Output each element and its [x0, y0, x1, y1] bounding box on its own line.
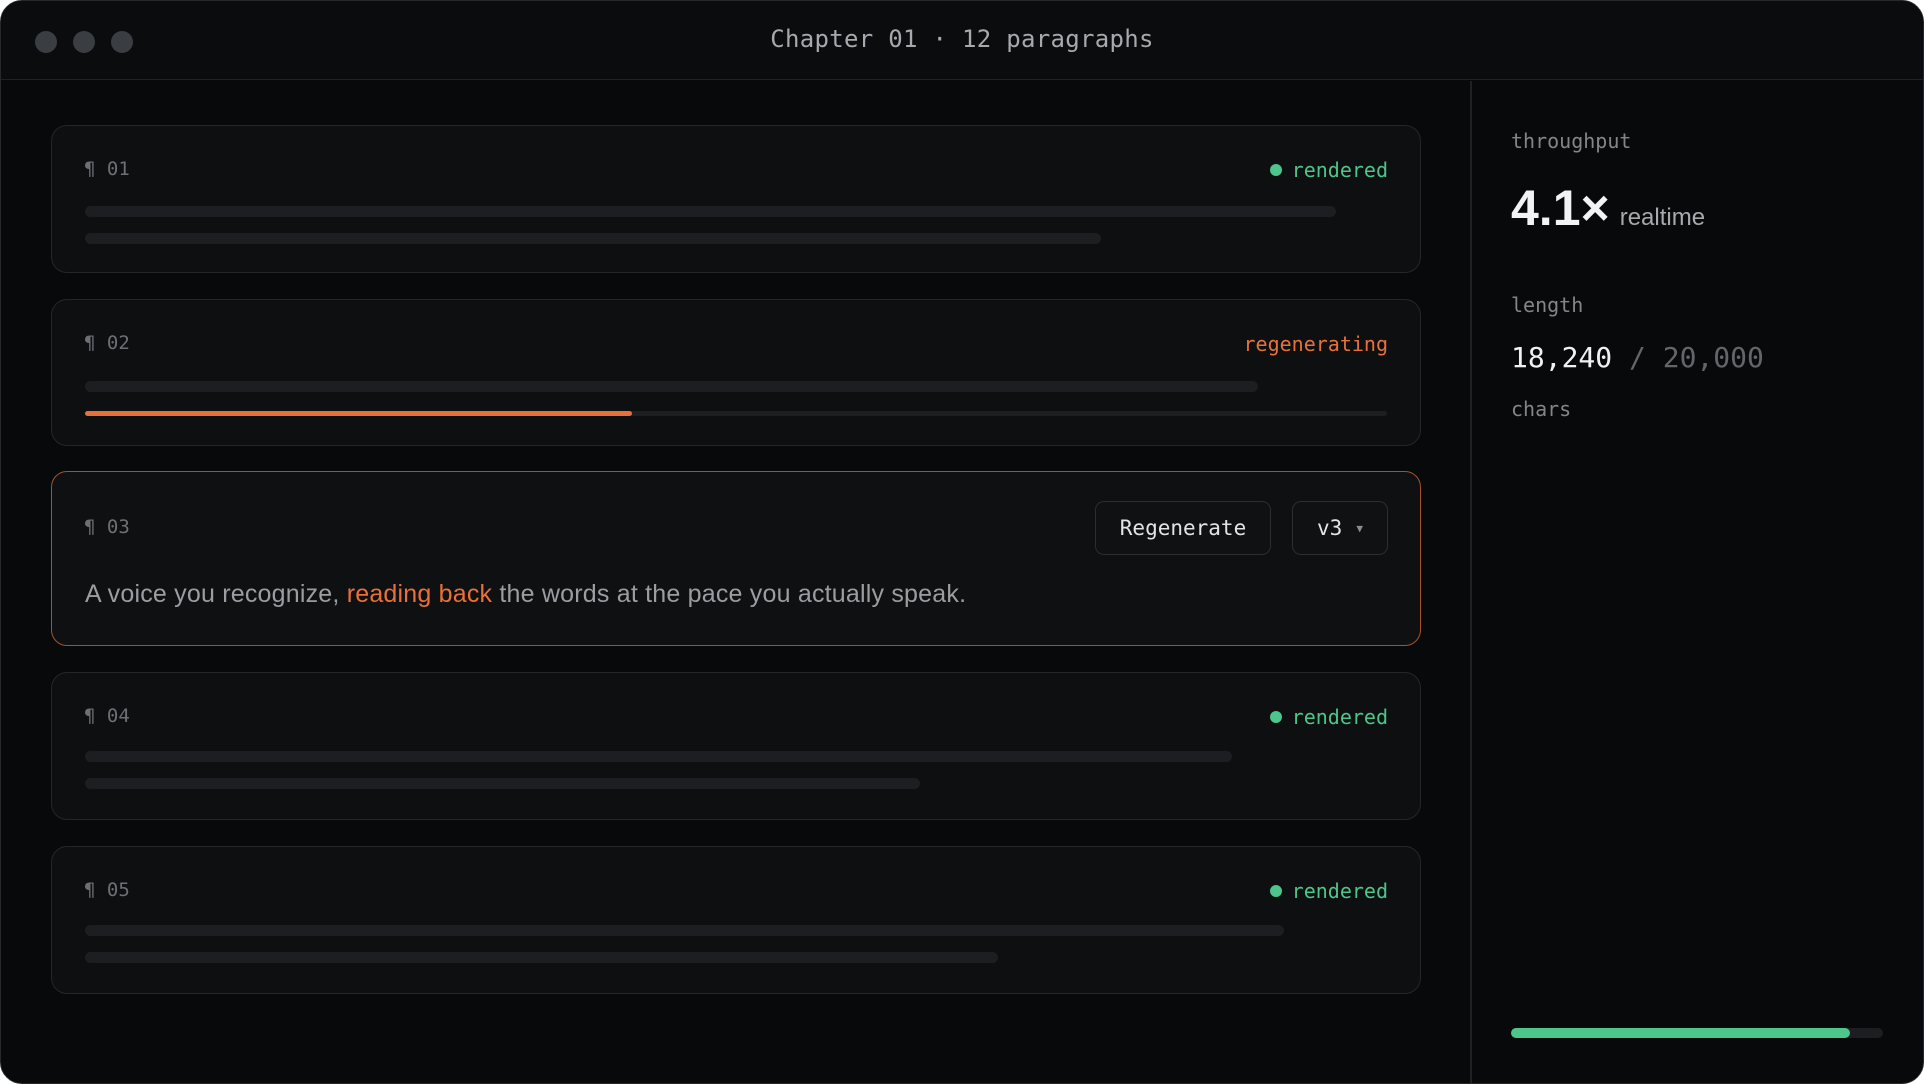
status-dot-icon [1269, 885, 1282, 897]
status-label: rendered [1291, 705, 1388, 729]
version-value: v3 [1317, 516, 1343, 540]
text-placeholder-line [85, 206, 1336, 217]
status-dot-icon [1269, 164, 1282, 176]
length-max: 20,000 [1662, 341, 1764, 374]
paragraph-number: ¶ 01 [84, 158, 130, 180]
status-badge: rendered [1269, 879, 1388, 903]
status-badge: rendered [1269, 158, 1388, 182]
paragraph-number: ¶ 02 [84, 332, 130, 354]
paragraph-text[interactable]: A voice you recognize, reading back the … [85, 580, 966, 609]
regeneration-progress-bar [85, 411, 1387, 416]
status-label: rendered [1291, 879, 1388, 903]
paragraph-card-02[interactable]: ¶ 02 regenerating [51, 299, 1421, 446]
text-placeholder-line [85, 751, 1232, 762]
paragraph-number: ¶ 03 [84, 516, 130, 538]
paragraph-card-03[interactable]: ¶ 03 Regenerate v3 ▼ A voice you recogni… [51, 471, 1421, 646]
status-badge: regenerating [1244, 332, 1389, 356]
text-placeholder-line [85, 381, 1258, 392]
paragraph-number: ¶ 04 [84, 705, 130, 727]
app-window: Chapter 01 · 12 paragraphs ¶ 01 rendered… [0, 0, 1924, 1084]
paragraph-card-05[interactable]: ¶ 05 rendered [51, 846, 1421, 994]
length-unit: chars [1511, 397, 1572, 421]
sidebar-divider [1470, 81, 1472, 1083]
text-placeholder-line [85, 778, 920, 789]
regenerate-button[interactable]: Regenerate [1095, 501, 1271, 555]
regeneration-progress-fill [85, 411, 632, 416]
paragraph-text-highlight: reading back [346, 580, 493, 608]
length-current: 18,240 [1511, 341, 1613, 374]
version-select[interactable]: v3 ▼ [1292, 501, 1388, 555]
throughput-label: throughput [1511, 129, 1632, 153]
throughput-number: 4.1× [1511, 180, 1610, 236]
paragraph-number: ¶ 05 [84, 879, 130, 901]
character-quota-bar [1511, 1028, 1883, 1038]
paragraph-text-end: the words at the pace you actually speak… [492, 580, 967, 608]
status-label: rendered [1291, 158, 1388, 182]
paragraph-card-01[interactable]: ¶ 01 rendered [51, 125, 1421, 273]
paragraph-card-04[interactable]: ¶ 04 rendered [51, 672, 1421, 820]
text-placeholder-line [85, 952, 998, 963]
status-label: regenerating [1243, 332, 1389, 356]
throughput-unit: realtime [1619, 204, 1706, 231]
status-dot-icon [1269, 711, 1282, 723]
window-title: Chapter 01 · 12 paragraphs [770, 25, 1154, 53]
length-label: length [1511, 293, 1584, 317]
length-value: 18,240 / 20,000 [1511, 341, 1764, 374]
text-placeholder-line [85, 925, 1284, 936]
status-badge: rendered [1269, 705, 1388, 729]
title-bar: Chapter 01 · 12 paragraphs [1, 1, 1923, 80]
character-quota-fill [1511, 1028, 1851, 1038]
throughput-value: 4.1× realtime [1511, 179, 1705, 237]
length-separator: / [1629, 341, 1646, 374]
text-placeholder-line [85, 233, 1101, 244]
paragraph-text-start: A voice you recognize, [85, 580, 347, 608]
chevron-down-icon: ▼ [1356, 521, 1363, 535]
